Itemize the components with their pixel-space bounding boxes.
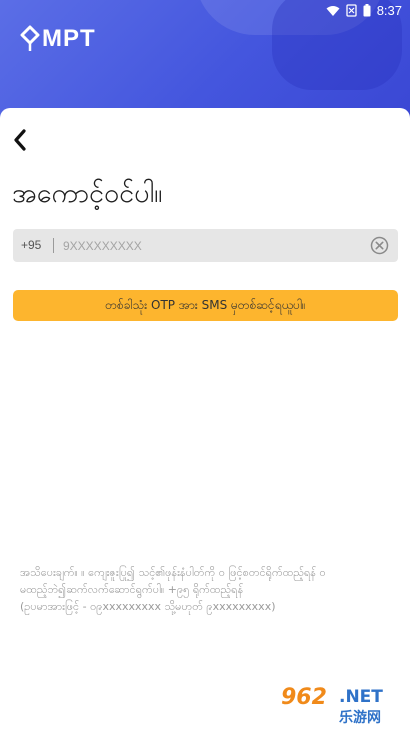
country-code[interactable]: +95 xyxy=(21,238,41,252)
field-divider xyxy=(53,238,54,253)
mpt-logo: MPT xyxy=(20,25,96,53)
watermark-number: 962 xyxy=(281,685,327,710)
watermark: 962 .NET 乐游网 xyxy=(275,683,407,727)
phone-number-input[interactable] xyxy=(63,234,363,257)
status-time: 8:37 xyxy=(376,3,402,18)
battery-icon xyxy=(363,4,371,17)
footer-notice-line: မထည့်ဘဲ၍ဆက်လက်ဆောင်ရွက်ပါ။ +၉၅ ရိုက်ထည့်… xyxy=(20,583,244,596)
clear-input-button[interactable] xyxy=(370,236,389,255)
status-bar: 8:37 xyxy=(0,0,410,22)
login-card: အကောင့်ဝင်ပါ။ +95 တစ်ခါသုံး OTP အား SMS … xyxy=(0,108,410,730)
request-otp-button[interactable]: တစ်ခါသုံး OTP အား SMS မှတစ်ဆင့်ရယူပါ။ xyxy=(13,290,398,321)
footer-notice-line: (ဥပမာအားဖြင့် - ၀၉xxxxxxxxx သို့မဟုတ် ၉x… xyxy=(20,600,276,613)
page-title: အကောင့်ဝင်ပါ။ xyxy=(12,178,163,209)
footer-notice-line: အသိပေးချက်။ ။ ကျေးဇူးပြု၍ သင့်၏ဖုန်းနံပါ… xyxy=(20,566,326,579)
clear-icon xyxy=(370,236,389,255)
chevron-left-icon xyxy=(14,129,26,151)
sim-off-icon xyxy=(346,4,357,17)
footer-notice: အသိပေးချက်။ ။ ကျေးဇူးပြု၍ သင့်၏ဖုန်းနံပါ… xyxy=(20,564,400,615)
back-button[interactable] xyxy=(8,122,36,158)
watermark-site: 乐游网 xyxy=(339,710,381,726)
watermark-domain: .NET xyxy=(339,687,383,707)
brand-name: MPT xyxy=(42,25,96,52)
mpt-logo-icon xyxy=(20,25,40,51)
phone-field: +95 xyxy=(13,229,398,262)
wifi-icon xyxy=(326,5,340,16)
